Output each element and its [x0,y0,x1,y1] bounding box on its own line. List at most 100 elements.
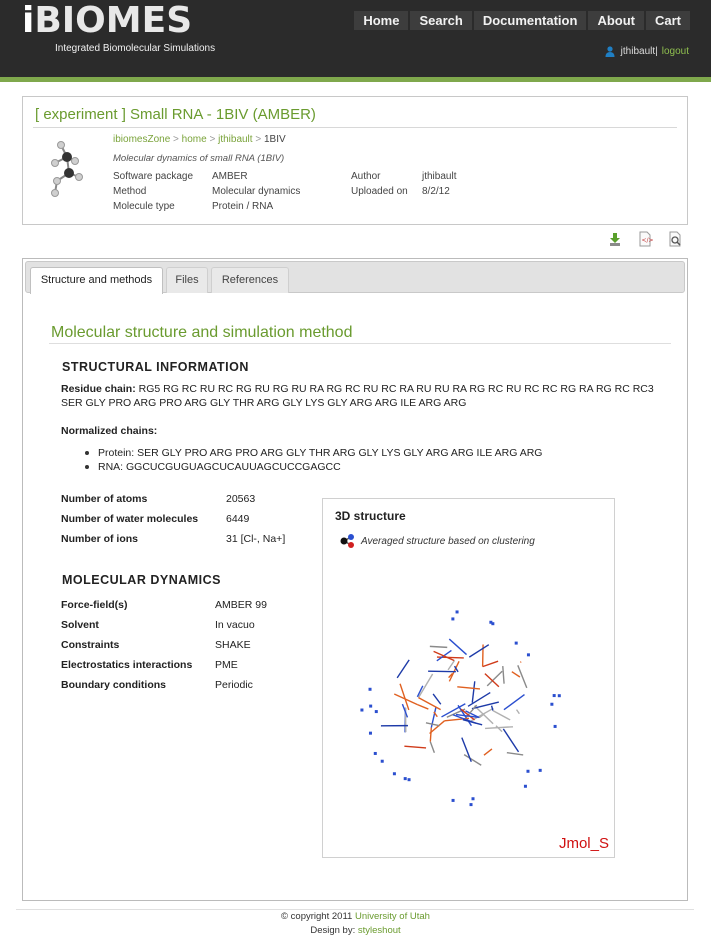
method-label: Method [113,186,147,197]
footer-divider [16,909,694,910]
designer-link[interactable]: styleshout [358,925,401,936]
university-link[interactable]: University of Utah [355,911,430,922]
atom-bond [447,659,456,671]
ions-value: 31 [Cl-, Na+] [226,533,286,545]
structure-3d-title: 3D structure [335,509,406,523]
atom-bond [396,659,410,679]
atom-bond [393,693,418,706]
tab-references[interactable]: References [211,267,289,293]
uploaded-value: 8/2/12 [422,186,450,197]
ion-atom [403,777,407,781]
atom-bond [448,638,468,656]
jmol-label: Jmol_S [558,835,609,852]
title-divider [33,127,677,128]
ion-atom [552,694,556,698]
ion-atom [368,687,372,691]
site-logo[interactable]: iBIOMES [22,0,192,41]
breadcrumb-user[interactable]: jthibault [218,134,252,145]
svg-text:</>: </> [642,237,654,244]
atom-bond [429,741,436,754]
structure-option[interactable]: Averaged structure based on clustering [339,533,535,549]
md-value: In vacuo [215,619,255,631]
normalized-chains-list: Protein: SER GLY PRO ARG PRO ARG GLY THR… [85,446,542,474]
header-accent-stripe [0,77,711,82]
ion-atom [538,768,542,772]
user-separator: | [655,46,658,57]
atom-bond [495,725,503,733]
uploaded-label: Uploaded on [351,186,408,197]
water-label: Number of water molecules [61,513,199,525]
ion-atom [469,803,473,807]
water-value: 6449 [226,513,250,525]
xml-file-icon[interactable]: </> [637,231,654,247]
site-header: iBIOMES Integrated Biomolecular Simulati… [0,0,711,77]
ion-atom [373,751,377,755]
ion-atom [526,769,530,773]
preview-icon[interactable] [667,231,683,247]
structure-caption[interactable]: Averaged structure based on clustering [361,536,535,547]
md-value: PME [215,659,238,671]
logout-link[interactable]: logout [662,46,689,57]
breadcrumb-home[interactable]: home [182,134,207,145]
md-label: Solvent [61,619,99,631]
section-divider [49,343,671,344]
residue-chain-label: Residue chain: [61,383,136,395]
experiment-title: [ experiment ] Small RNA - 1BIV (AMBER) [35,106,316,123]
atom-bond [511,671,521,678]
software-label: Software package [113,171,194,182]
atom-bond [429,645,448,649]
nav-home[interactable]: Home [354,11,409,30]
author-label: Author [351,171,381,182]
atom-bond [468,644,490,658]
md-label: Force-field(s) [61,599,128,611]
ion-atom [360,708,364,712]
ion-atom [369,704,373,708]
ion-atom [557,694,561,698]
atom-bond [417,673,434,698]
username[interactable]: jthibault [621,46,655,57]
jmol-molecule-viewer[interactable] [357,599,567,809]
nav-about[interactable]: About [588,11,644,30]
main-nav: Home Search Documentation About Cart [354,11,690,30]
nav-documentation[interactable]: Documentation [473,11,587,30]
breadcrumb-ibiomeszone[interactable]: ibiomesZone [113,134,170,145]
tab-bar: Structure and methods Files References [25,261,685,294]
atom-bond [429,727,432,742]
ion-atom [380,759,384,763]
ion-atom [489,620,493,624]
chain-rna: RNA: GGCUCGUGUAGCUCAUUAGCUCCGAGCC [85,460,542,474]
nav-cart[interactable]: Cart [645,11,690,30]
tab-structure-methods[interactable]: Structure and methods [30,267,163,294]
structural-info-heading: STRUCTURAL INFORMATION [62,360,249,374]
atom-bond [428,670,456,673]
atom-bond [461,737,472,762]
ion-atom [451,798,455,802]
section-title: Molecular structure and simulation metho… [51,324,353,341]
copyright-text: © copyright 2011 [281,911,353,922]
atom-bond [457,686,481,690]
molecule-type-label: Molecule type [113,201,175,212]
ion-atom [523,784,527,788]
atoms-value: 20563 [226,493,256,505]
md-value: Periodic [215,679,253,691]
ion-atom [374,710,378,714]
footer-design: Design by: styleshout [0,925,711,936]
ions-label: Number of ions [61,533,139,545]
ion-atom [455,610,459,614]
ion-atom [550,702,554,706]
md-label: Boundary conditions [61,679,166,691]
nav-search[interactable]: Search [410,11,472,30]
tab-files[interactable]: Files [166,267,208,293]
residue-chain-line1: RG5 RG RC RU RC RG RU RG RU RA RG RC RU … [138,383,654,395]
atom-bond [515,709,520,715]
molecule-type-value: Protein / RNA [212,201,274,212]
download-icon[interactable] [607,231,623,247]
chain-protein: Protein: SER GLY PRO ARG PRO ARG GLY THR… [85,446,542,460]
atom-bond [483,748,493,756]
ion-atom [407,778,411,782]
software-value: AMBER [212,171,248,182]
atom-bond [471,681,476,703]
md-value: AMBER 99 [215,599,267,611]
atom-bond [416,703,429,710]
ion-atom [368,731,372,735]
